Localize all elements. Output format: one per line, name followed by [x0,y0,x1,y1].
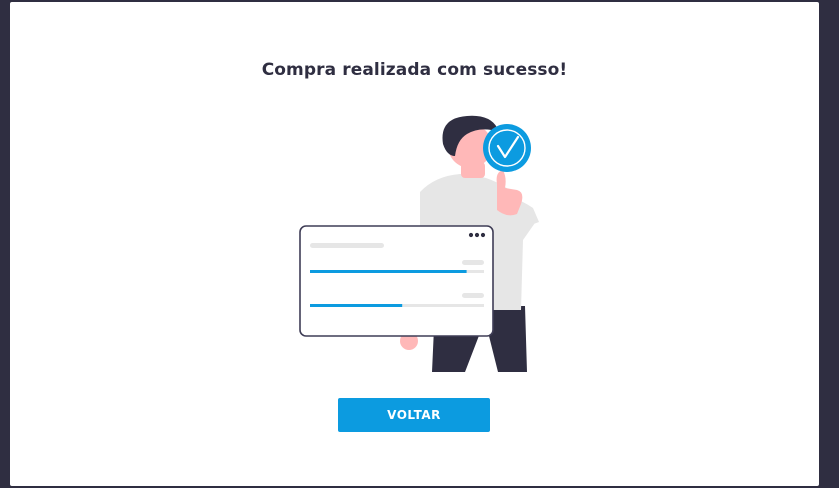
back-button[interactable]: VOLTAR [338,398,490,432]
progress-fill [310,270,467,273]
success-modal: Compra realizada com sucesso! VOLTAR [10,2,819,486]
more-dots-icon [468,232,486,238]
modal-title: Compra realizada com sucesso! [261,60,568,80]
card-header-line [310,243,384,248]
browser-card [299,225,494,337]
card-row-label [462,260,484,265]
checkmark-icon [483,124,531,172]
success-illustration [299,115,539,372]
progress-fill [310,304,403,307]
card-row-label [462,293,484,298]
